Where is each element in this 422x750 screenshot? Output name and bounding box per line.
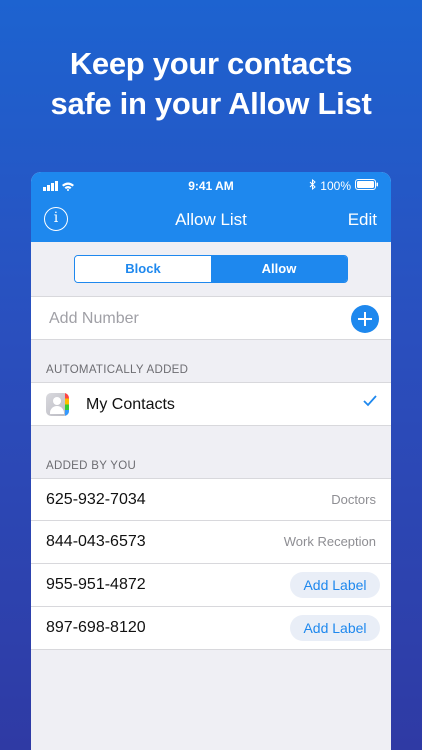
page-title: Allow List [175,210,247,229]
add-number-input[interactable]: Add Number [49,310,139,328]
contacts-app-icon [46,393,69,416]
contacts-label: My Contacts [86,396,175,413]
add-number-button[interactable] [351,305,379,333]
promo-line-1: Keep your contacts [69,46,353,81]
segmented-control: Block Allow [31,242,391,296]
battery-percent: 100% [320,179,351,193]
add-number-row[interactable]: Add Number [31,296,391,340]
number-label: Work Reception [283,534,376,549]
section-header-user: ADDED BY YOU [46,460,137,472]
plus-icon [358,312,372,326]
edit-button[interactable]: Edit [348,210,377,230]
number-label: Doctors [331,492,376,507]
battery-icon [355,179,379,193]
segment-allow[interactable]: Allow [211,256,347,282]
list-item-my-contacts[interactable]: My Contacts [31,382,391,426]
add-label-button[interactable]: Add Label [290,572,380,598]
checkmark-icon [363,394,377,412]
promo-headline: Keep your contacts safe in your Allow Li… [0,44,422,124]
phone-number: 844-043-6573 [46,533,146,550]
promo-line-2: safe in your Allow List [50,86,372,121]
table-row[interactable]: 955-951-4872 Add Label [31,564,391,607]
nav-bar: 9:41 AM 100% i Allow List Edit [31,172,391,242]
status-bar: 9:41 AM 100% [31,172,391,198]
phone-number: 897-698-8120 [46,619,146,636]
table-row[interactable]: 625-932-7034 Doctors [31,478,391,521]
phone-screen: 9:41 AM 100% i Allow List Edit Block All… [31,172,391,750]
segment-block[interactable]: Block [75,256,211,282]
bluetooth-icon [309,178,317,193]
add-label-button[interactable]: Add Label [290,615,380,641]
section-header-auto: AUTOMATICALLY ADDED [46,364,189,376]
phone-number: 955-951-4872 [46,576,146,593]
table-row[interactable]: 844-043-6573 Work Reception [31,521,391,564]
table-row[interactable]: 897-698-8120 Add Label [31,607,391,650]
phone-number: 625-932-7034 [46,491,146,508]
